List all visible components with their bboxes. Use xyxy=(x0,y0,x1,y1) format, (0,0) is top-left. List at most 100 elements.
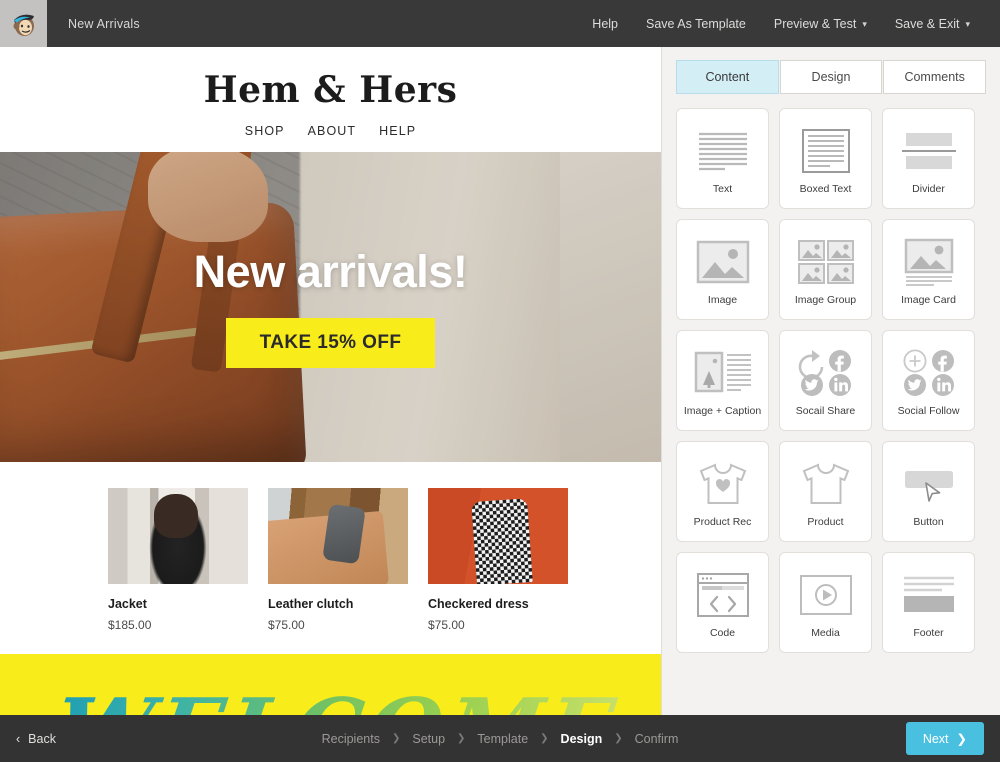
block-tile-label: Button xyxy=(913,515,944,528)
step-confirm[interactable]: Confirm xyxy=(635,732,679,746)
product-card[interactable]: Jacket $185.00 xyxy=(108,488,248,632)
chevron-right-icon: ❯ xyxy=(614,733,623,744)
block-tile-label: Socail Share xyxy=(795,404,856,417)
media-play-icon xyxy=(797,567,855,623)
nav-preview-and-test-label: Preview & Test xyxy=(773,16,857,31)
block-tile-social-share[interactable]: Socail Share xyxy=(779,330,872,431)
nav-save-as-template[interactable]: Save As Template xyxy=(632,17,760,31)
code-window-icon xyxy=(695,567,751,623)
next-button[interactable]: Next ❯ xyxy=(905,722,984,755)
next-button-label: Next xyxy=(922,731,949,746)
product-price: $185.00 xyxy=(108,618,152,632)
block-tile-media[interactable]: Media xyxy=(779,552,872,653)
nav-help[interactable]: Help xyxy=(578,17,632,31)
block-tile-label: Footer xyxy=(913,626,944,639)
block-tile-label: Image + Caption xyxy=(683,404,762,417)
email-header-block[interactable]: Hem & Hers SHOP ABOUT HELP xyxy=(0,47,661,152)
welcome-banner-text: WELCOME xyxy=(49,680,625,715)
back-button-label: Back xyxy=(28,731,56,746)
top-nav: Help Save As Template Preview & Test ▾ S… xyxy=(578,17,1000,31)
image-group-icon xyxy=(797,234,855,290)
back-button[interactable]: ‹ Back xyxy=(16,732,56,746)
product-name: Checkered dress xyxy=(428,597,529,611)
block-tile-label: Text xyxy=(712,182,733,195)
mailchimp-monkey-logo-icon[interactable] xyxy=(0,0,47,47)
hero-title: New arrivals! xyxy=(193,246,468,297)
tab-content[interactable]: Content xyxy=(676,60,779,94)
nav-save-and-exit[interactable]: Save & Exit ▾ xyxy=(881,17,984,31)
step-setup[interactable]: Setup xyxy=(412,732,445,746)
campaign-title: New Arrivals xyxy=(68,16,140,31)
email-nav-about[interactable]: ABOUT xyxy=(308,124,357,138)
text-lines-icon xyxy=(695,123,751,179)
product-price: $75.00 xyxy=(428,618,465,632)
block-tile-boxed-text[interactable]: Boxed Text xyxy=(779,108,872,209)
tshirt-icon xyxy=(797,456,855,512)
block-tile-social-follow[interactable]: Social Follow xyxy=(882,330,975,431)
block-tile-button[interactable]: Button xyxy=(882,441,975,542)
block-tile-label: Image Group xyxy=(794,293,857,306)
block-tile-label: Image Card xyxy=(901,293,956,306)
block-tile-product-rec[interactable]: Product Rec xyxy=(676,441,769,542)
block-tile-label: Media xyxy=(811,626,840,639)
block-tile-image-group[interactable]: Image Group xyxy=(779,219,872,320)
nav-preview-and-test[interactable]: Preview & Test ▾ xyxy=(760,17,881,31)
block-tile-code[interactable]: Code xyxy=(676,552,769,653)
step-recipients[interactable]: Recipients xyxy=(322,732,380,746)
product-price: $75.00 xyxy=(268,618,305,632)
chevron-right-icon: ❯ xyxy=(457,733,466,744)
panel-tabs: Content Design Comments xyxy=(662,47,1000,94)
email-nav-help[interactable]: HELP xyxy=(379,124,416,138)
social-share-icon xyxy=(797,345,855,401)
block-tile-image[interactable]: Image xyxy=(676,219,769,320)
product-image-clutch xyxy=(268,488,408,584)
breadcrumb: Recipients ❯ Setup ❯ Template ❯ Design ❯… xyxy=(0,732,1000,746)
email-nav: SHOP ABOUT HELP xyxy=(0,124,661,138)
product-name: Leather clutch xyxy=(268,597,354,611)
nav-save-and-exit-label: Save & Exit xyxy=(894,16,960,31)
chevron-left-icon: ‹ xyxy=(16,731,21,746)
block-tile-product[interactable]: Product xyxy=(779,441,872,542)
chevron-right-icon: ❯ xyxy=(540,733,549,744)
email-canvas[interactable]: Hem & Hers SHOP ABOUT HELP New arrivals!… xyxy=(0,47,661,715)
product-card[interactable]: Checkered dress $75.00 xyxy=(428,488,568,632)
image-icon xyxy=(695,234,751,290)
block-tile-label: Boxed Text xyxy=(799,182,852,195)
tab-design[interactable]: Design xyxy=(779,60,883,94)
block-tile-label: Social Follow xyxy=(897,404,960,417)
step-design[interactable]: Design xyxy=(561,732,603,746)
block-tile-divider[interactable]: Divider xyxy=(882,108,975,209)
product-grid[interactable]: Jacket $185.00 Leather clutch $75.00 Che… xyxy=(0,462,661,632)
chevron-down-icon: ▾ xyxy=(965,19,970,29)
hero-copy: New arrivals! TAKE 15% OFF xyxy=(0,152,661,462)
bottom-bar: ‹ Back Recipients ❯ Setup ❯ Template ❯ D… xyxy=(0,715,1000,762)
block-tile-label: Image xyxy=(707,293,738,306)
tab-comments[interactable]: Comments xyxy=(883,60,987,94)
product-card[interactable]: Leather clutch $75.00 xyxy=(268,488,408,632)
hero-block[interactable]: New arrivals! TAKE 15% OFF xyxy=(0,152,661,462)
monkey-icon xyxy=(13,14,34,36)
button-cursor-icon xyxy=(900,456,958,512)
image-card-icon xyxy=(902,234,956,290)
block-tile-image-card[interactable]: Image Card xyxy=(882,219,975,320)
top-bar: New Arrivals Help Save As Template Previ… xyxy=(0,0,1000,47)
block-tile-label: Code xyxy=(709,626,736,639)
block-tile-label: Divider xyxy=(912,182,945,195)
content-panel: Content Design Comments Text Boxed Text … xyxy=(661,47,1000,715)
hero-cta-button[interactable]: TAKE 15% OFF xyxy=(225,318,436,368)
step-template[interactable]: Template xyxy=(477,732,528,746)
nav-save-as-template-label: Save As Template xyxy=(646,16,746,31)
chevron-right-icon: ❯ xyxy=(956,732,967,746)
welcome-banner-block[interactable]: WELCOME xyxy=(0,654,661,715)
tshirt-heart-icon xyxy=(694,456,752,512)
mailchimp-designer: New Arrivals Help Save As Template Previ… xyxy=(0,0,1000,762)
nav-help-label: Help xyxy=(592,16,619,31)
block-tile-text[interactable]: Text xyxy=(676,108,769,209)
block-tile-footer[interactable]: Footer xyxy=(882,552,975,653)
block-tile-image-caption[interactable]: Image + Caption xyxy=(676,330,769,431)
social-follow-icon xyxy=(900,345,958,401)
brand-logo-text: Hem & Hers xyxy=(203,69,458,111)
image-caption-icon xyxy=(694,345,752,401)
email-nav-shop[interactable]: SHOP xyxy=(245,124,285,138)
product-image-dress xyxy=(428,488,568,584)
